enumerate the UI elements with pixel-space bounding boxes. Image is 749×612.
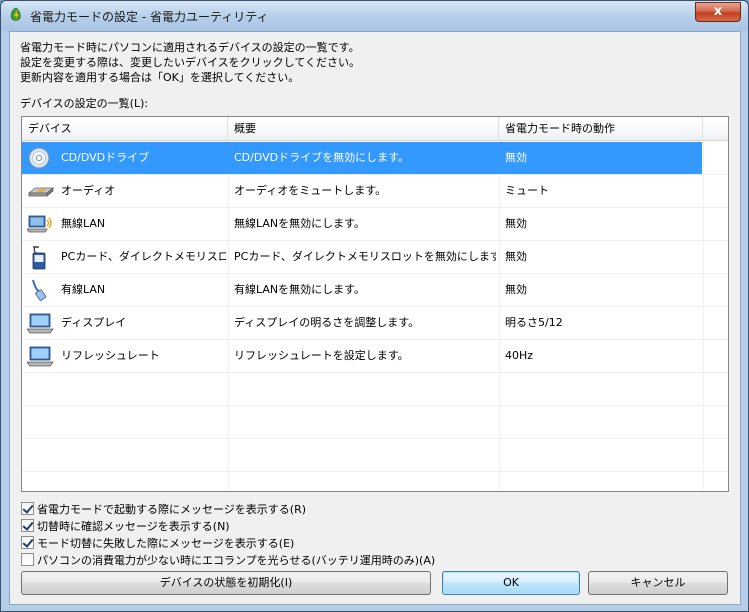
device-name: PCカード、ダイレクトメモリスロット <box>61 250 226 263</box>
device-action: ミュート <box>505 184 549 197</box>
table-row[interactable]: PCカード、ダイレクトメモリスロット PCカード、ダイレクトメモリスロットを無効… <box>22 241 728 274</box>
ok-button[interactable]: OK <box>442 571 580 595</box>
table-row[interactable]: リフレッシュレート リフレッシュレートを設定します。 40Hz <box>22 340 728 373</box>
description-line: 省電力モード時にパソコンに適用されるデバイスの設定の一覧です。 <box>20 41 360 54</box>
audio-icon <box>27 179 55 203</box>
pc-card-icon <box>27 245 53 270</box>
row-cells: ディスプレイ ディスプレイの明るさを調整します。 明るさ5/12 <box>22 307 702 339</box>
dialog-client-area: 省電力モード時にパソコンに適用されるデバイスの設定の一覧です。 設定を変更する際… <box>9 31 741 605</box>
checkbox[interactable] <box>21 519 34 532</box>
row-cells: CD/DVDドライブ CD/DVDドライブを無効にします。 無効 <box>22 142 702 174</box>
column-header-summary[interactable]: 概要 <box>228 117 499 141</box>
checkbox[interactable] <box>21 553 34 566</box>
device-action: 無効 <box>505 283 527 296</box>
option-label: モード切替に失敗した際にメッセージを表示する(E) <box>37 537 295 550</box>
device-list-label: デバイスの設定の一覧(L): <box>20 97 149 110</box>
device-action: 無効 <box>505 217 527 230</box>
device-action: 40Hz <box>505 349 534 362</box>
device-summary: CD/DVDドライブを無効にします。 <box>234 151 410 164</box>
device-name: 無線LAN <box>61 217 106 230</box>
device-name: 有線LAN <box>61 283 106 296</box>
wireless-lan-icon <box>26 212 53 236</box>
list-header: デバイス 概要 省電力モード時の動作 <box>22 117 728 141</box>
table-row[interactable]: ディスプレイ ディスプレイの明るさを調整します。 明るさ5/12 <box>22 307 728 340</box>
device-summary: 無線LANを無効にします。 <box>234 217 366 230</box>
empty-row <box>22 373 728 406</box>
device-settings-list[interactable]: デバイス 概要 省電力モード時の動作 CD/DVDドライブ CD/DVDドライブ… <box>21 116 729 492</box>
row-cells: 有線LAN 有線LANを無効にします。 無効 <box>22 274 702 306</box>
row-cells: リフレッシュレート リフレッシュレートを設定します。 40Hz <box>22 340 702 372</box>
device-summary: 有線LANを無効にします。 <box>234 283 366 296</box>
device-name: CD/DVDドライブ <box>61 151 150 164</box>
row-cells: 無線LAN 無線LANを無効にします。 無効 <box>22 208 702 240</box>
window-title: 省電力モードの設定 - 省電力ユーティリティ <box>30 10 269 24</box>
refresh-rate-icon <box>26 344 54 368</box>
device-action: 無効 <box>505 250 527 263</box>
description-text: 省電力モード時にパソコンに適用されるデバイスの設定の一覧です。 設定を変更する際… <box>20 40 360 85</box>
description-line: 設定を変更する際は、変更したいデバイスをクリックしてください。 <box>20 56 361 69</box>
empty-row <box>22 472 728 491</box>
row-cells: オーディオ オーディオをミュートします。 ミュート <box>22 175 702 207</box>
option-switch-confirm[interactable]: 切替時に確認メッセージを表示する(N) <box>21 519 230 536</box>
power-utility-icon <box>8 7 24 23</box>
column-header-action[interactable]: 省電力モード時の動作 <box>499 117 703 141</box>
option-eco-lamp[interactable]: パソコンの消費電力が少ない時にエコランプを光らせる(バッテリ運用時のみ)(A) <box>21 553 435 570</box>
close-button[interactable]: x <box>695 2 741 22</box>
cancel-button[interactable]: キャンセル <box>588 571 728 595</box>
option-label: 切替時に確認メッセージを表示する(N) <box>37 520 230 533</box>
table-row[interactable]: オーディオ オーディオをミュートします。 ミュート <box>22 175 728 208</box>
device-summary: リフレッシュレートを設定します。 <box>234 349 409 362</box>
wired-lan-icon <box>27 278 53 302</box>
dialog-window: 省電力モードの設定 - 省電力ユーティリティ x 省電力モード時にパソコンに適用… <box>0 0 749 612</box>
device-summary: ディスプレイの明るさを調整します。 <box>234 316 420 329</box>
table-row[interactable]: 無線LAN 無線LANを無効にします。 無効 <box>22 208 728 241</box>
device-summary: オーディオをミュートします。 <box>234 184 387 197</box>
table-row[interactable]: 有線LAN 有線LANを無効にします。 無効 <box>22 274 728 307</box>
option-label: パソコンの消費電力が少ない時にエコランプを光らせる(バッテリ運用時のみ)(A) <box>37 554 436 567</box>
option-failure-message[interactable]: モード切替に失敗した際にメッセージを表示する(E) <box>21 536 294 553</box>
device-action: 明るさ5/12 <box>505 316 563 329</box>
empty-row <box>22 406 728 439</box>
device-summary: PCカード、ダイレクトメモリスロットを無効にします。 <box>234 250 496 263</box>
table-row[interactable]: CD/DVDドライブ CD/DVDドライブを無効にします。 無効 <box>22 142 728 175</box>
device-action: 無効 <box>505 151 527 164</box>
option-startup-message[interactable]: 省電力モードで起動する際にメッセージを表示する(R) <box>21 502 306 519</box>
row-cells: PCカード、ダイレクトメモリスロット PCカード、ダイレクトメモリスロットを無効… <box>22 241 702 273</box>
reset-devices-button[interactable]: デバイスの状態を初期化(I) <box>21 571 431 595</box>
close-icon: x <box>713 4 723 19</box>
cd-dvd-icon <box>27 146 53 170</box>
display-icon <box>26 311 54 335</box>
description-line: 更新内容を適用する場合は「OK」を選択してください。 <box>20 71 300 84</box>
column-header-device[interactable]: デバイス <box>22 117 228 141</box>
title-bar[interactable]: 省電力モードの設定 - 省電力ユーティリティ x <box>1 1 748 31</box>
device-name: オーディオ <box>61 184 116 197</box>
checkbox[interactable] <box>21 536 34 549</box>
option-label: 省電力モードで起動する際にメッセージを表示する(R) <box>37 503 307 516</box>
checkbox[interactable] <box>21 502 34 515</box>
empty-row <box>22 439 728 472</box>
device-name: リフレッシュレート <box>61 349 160 362</box>
device-name: ディスプレイ <box>61 316 127 329</box>
